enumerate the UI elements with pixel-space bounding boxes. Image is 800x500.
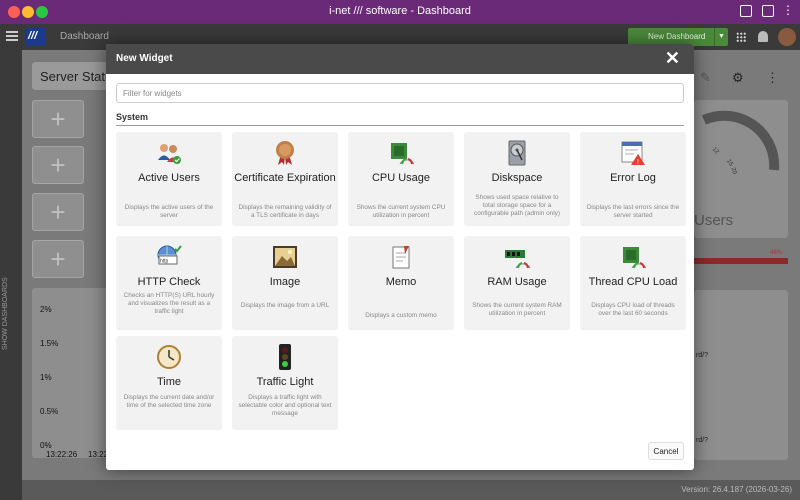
- y-tick: 1.5%: [40, 339, 59, 348]
- window-titlebar: i-net /// software - Dashboard ⋮: [0, 0, 800, 24]
- cpu-icon: [391, 143, 414, 165]
- widget-description: Displays a traffic light with selectable…: [238, 394, 332, 417]
- show-dashboards-label[interactable]: SHOW DASHBOARDS: [2, 277, 9, 350]
- widget-name: Diskspace: [491, 172, 543, 184]
- background-card: [694, 290, 788, 460]
- cast-icon[interactable]: [762, 5, 774, 17]
- http-check-icon: http: [157, 245, 182, 265]
- certificate-icon: [276, 141, 294, 165]
- widget-tile-diskspace[interactable]: Diskspace Shows used space relative to t…: [464, 132, 570, 226]
- traffic-light-icon: [279, 344, 291, 370]
- widget-name: HTTP Check: [137, 276, 201, 288]
- widget-tile-traffic-light[interactable]: Traffic Light Displays a traffic light w…: [232, 336, 338, 430]
- cancel-button[interactable]: Cancel: [648, 442, 684, 460]
- footer: Version: 26.4.187 (2026-03-26): [22, 480, 800, 500]
- logo: [26, 28, 46, 46]
- widget-description: Displays a custom memo: [365, 312, 437, 319]
- widget-description: Checks an HTTP(S) URL hourly and visuali…: [123, 292, 215, 315]
- widget-name: Active Users: [138, 172, 200, 184]
- breadcrumb[interactable]: Dashboard: [60, 31, 109, 42]
- widget-name: Memo: [385, 276, 417, 288]
- clock-icon: [157, 345, 181, 369]
- widget-description: Shows used space relative to total stora…: [474, 194, 560, 217]
- widget-name: Time: [156, 376, 182, 388]
- widget-name: Traffic Light: [256, 376, 314, 388]
- add-widget-slot[interactable]: +: [32, 146, 84, 184]
- widget-description: Shows the current system RAM utilization…: [472, 302, 562, 317]
- add-widget-slot[interactable]: +: [32, 240, 84, 278]
- svg-text:!: !: [637, 159, 639, 166]
- widget-tile-image[interactable]: Image Displays the image from a URL: [232, 236, 338, 330]
- menu-icon[interactable]: [6, 31, 18, 41]
- widget-tile-active-users[interactable]: Active Users Displays the active users o…: [116, 132, 222, 226]
- image-icon: [273, 246, 297, 268]
- widget-tile-memo[interactable]: Memo Displays a custom memo: [348, 236, 454, 330]
- widget-description: Displays the image from a URL: [240, 302, 330, 309]
- right-text: rd/?: [696, 352, 709, 359]
- bookmark-icon[interactable]: [740, 5, 752, 17]
- widget-description: Displays the active users of the server: [124, 204, 214, 219]
- apps-grid-icon[interactable]: [736, 32, 746, 42]
- usage-bar: [694, 258, 788, 264]
- thread-cpu-icon: [623, 247, 646, 269]
- widget-tile-error-log[interactable]: ! Error Log Displays the last errors sin…: [580, 132, 686, 226]
- window-title: i-net /// software - Dashboard: [329, 5, 471, 17]
- y-tick: 0.5%: [40, 407, 59, 416]
- widget-tile-http-check[interactable]: http HTTP Check Checks an HTTP(S) URL ho…: [116, 236, 222, 330]
- more-icon[interactable]: ⋮: [782, 3, 794, 17]
- widget-name: Certificate Expiration: [234, 172, 336, 184]
- widget-description: Displays the current date and/or time of…: [123, 394, 215, 409]
- widget-name: Image: [269, 276, 301, 288]
- y-tick: 0%: [40, 441, 52, 450]
- widget-tile-ram-usage[interactable]: RAM Usage Shows the current system RAM u…: [464, 236, 570, 330]
- kebab-menu-icon[interactable]: ⋮: [766, 70, 779, 86]
- widget-tile-thread-cpu-load[interactable]: Thread CPU Load Displays CPU load of thr…: [580, 236, 686, 330]
- section-heading-system: System: [116, 112, 684, 126]
- error-log-icon: !: [621, 141, 645, 166]
- bell-icon[interactable]: [758, 31, 768, 42]
- new-widget-dialog: New Widget ✕ System Active Users Display…: [106, 44, 694, 470]
- y-tick: 2%: [40, 305, 52, 314]
- ram-icon: [505, 250, 530, 269]
- dialog-title: New Widget: [116, 53, 173, 64]
- svg-text:http: http: [160, 259, 169, 265]
- widget-name: Error Log: [610, 172, 656, 184]
- new-dashboard-label: New Dashboard: [648, 32, 706, 41]
- right-text: rd/?: [696, 437, 709, 444]
- widget-description: Displays the remaining validity of a TLS…: [238, 204, 332, 219]
- y-tick: 1%: [40, 373, 52, 382]
- widget-tile-time[interactable]: Time Displays the current date and/or ti…: [116, 336, 222, 430]
- close-icon[interactable]: ✕: [665, 48, 680, 69]
- widget-tile-certificate-expiration[interactable]: Certificate Expiration Displays the rema…: [232, 132, 338, 226]
- version-text: Version: 26.4.187 (2026-03-26): [681, 485, 792, 494]
- widget-description: Displays the last errors since the serve…: [586, 204, 680, 219]
- widget-name: CPU Usage: [371, 172, 431, 184]
- avatar[interactable]: [778, 28, 796, 46]
- x-tick: 13:22:26: [46, 450, 78, 459]
- memo-icon: [392, 246, 410, 269]
- add-widget-slot[interactable]: +: [32, 193, 84, 231]
- disk-icon: [508, 140, 526, 166]
- edit-icon[interactable]: ✎: [700, 70, 711, 86]
- chevron-down-icon[interactable]: ▼: [714, 28, 728, 46]
- users-icon: [158, 144, 181, 164]
- dialog-header: New Widget ✕: [106, 44, 694, 74]
- widget-name: Thread CPU Load: [588, 276, 678, 288]
- widget-name: RAM Usage: [487, 276, 547, 288]
- widget-tile-cpu-usage[interactable]: CPU Usage Shows the current system CPU u…: [348, 132, 454, 226]
- widget-description: Displays CPU load of threads over the la…: [591, 302, 675, 317]
- gear-icon[interactable]: ⚙: [732, 70, 744, 86]
- usage-percent: 46%: [770, 250, 783, 256]
- widget-description: Shows the current system CPU utilization…: [356, 204, 446, 219]
- widget-filter-input[interactable]: [116, 83, 684, 103]
- sidebar: SHOW DASHBOARDS: [0, 50, 22, 500]
- users-label: Users: [694, 212, 734, 229]
- add-widget-slot[interactable]: +: [32, 100, 84, 138]
